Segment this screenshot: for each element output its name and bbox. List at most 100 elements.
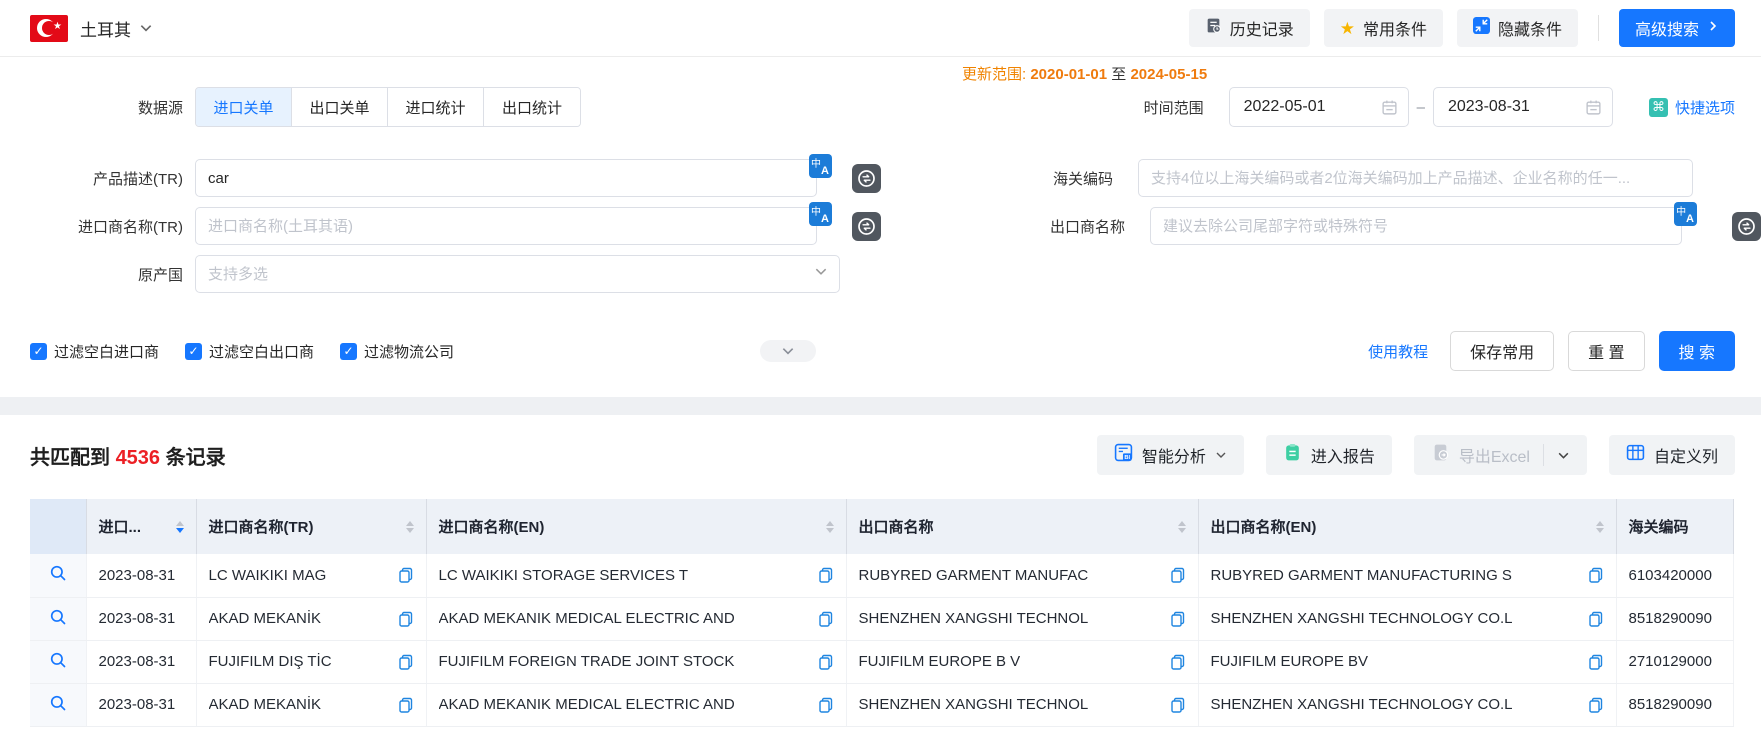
synonym-search-icon[interactable] bbox=[852, 212, 881, 241]
update-range-to: 2024-05-15 bbox=[1130, 66, 1207, 83]
enter-report-button[interactable]: 进入报告 bbox=[1266, 435, 1392, 475]
search-button[interactable]: 搜 索 bbox=[1659, 331, 1735, 371]
copy-icon[interactable] bbox=[398, 697, 414, 713]
advanced-search-button[interactable]: 高级搜索 bbox=[1619, 9, 1735, 47]
cell-exporter-en: SHENZHEN XANGSHI TECHNOLOGY CO.L bbox=[1198, 683, 1616, 726]
tab-export-declarations[interactable]: 出口关单 bbox=[292, 88, 388, 126]
column-header-exporter[interactable]: 出口商名称 bbox=[846, 499, 1198, 554]
copy-icon[interactable] bbox=[1588, 654, 1604, 670]
chevron-down-icon bbox=[814, 265, 828, 284]
row-detail-search-button[interactable] bbox=[30, 640, 86, 683]
table-row: 2023-08-31 AKAD MEKANİK AKAD MEKANIK MED… bbox=[30, 683, 1733, 726]
copy-icon[interactable] bbox=[1588, 697, 1604, 713]
sort-control[interactable] bbox=[1168, 521, 1186, 533]
ai-analysis-button[interactable]: BI 智能分析 bbox=[1097, 435, 1244, 475]
copy-icon[interactable] bbox=[818, 697, 834, 713]
history-label: 历史记录 bbox=[1230, 16, 1294, 40]
country-chevron-down-icon[interactable] bbox=[139, 21, 153, 35]
bi-chart-icon: BI bbox=[1114, 443, 1133, 467]
row-detail-search-button[interactable] bbox=[30, 554, 86, 597]
cell-hs-code: 2710129000 bbox=[1616, 640, 1733, 683]
column-header-import-date[interactable]: 进口... bbox=[86, 499, 196, 554]
translate-icon[interactable]: 中A bbox=[1674, 202, 1697, 226]
copy-icon[interactable] bbox=[1170, 654, 1186, 670]
tab-export-statistics[interactable]: 出口统计 bbox=[484, 88, 580, 126]
update-range-label: 更新范围: bbox=[962, 66, 1026, 83]
copy-icon[interactable] bbox=[1588, 611, 1604, 627]
translate-icon[interactable]: 中A bbox=[809, 154, 832, 178]
export-icon bbox=[1431, 443, 1450, 467]
date-to-input[interactable]: 2023-08-31 bbox=[1433, 87, 1613, 127]
sort-control[interactable] bbox=[396, 521, 414, 533]
date-to-value: 2023-08-31 bbox=[1448, 98, 1530, 116]
cell-importer-tr: AKAD MEKANİK bbox=[196, 683, 426, 726]
synonym-search-icon[interactable] bbox=[852, 164, 881, 193]
cell-exporter-en: FUJIFILM EUROPE BV bbox=[1198, 640, 1616, 683]
hs-code-input[interactable] bbox=[1138, 159, 1693, 197]
cell-hs-code: 8518290090 bbox=[1616, 683, 1733, 726]
copy-icon[interactable] bbox=[1588, 567, 1604, 583]
quick-options-button[interactable]: ⌘ 快捷选项 bbox=[1649, 97, 1735, 118]
origin-country-label: 原产国 bbox=[0, 264, 183, 285]
cell-exporter-en: SHENZHEN XANGSHI TECHNOLOGY CO.L bbox=[1198, 597, 1616, 640]
synonym-search-icon[interactable] bbox=[1732, 212, 1761, 241]
tutorial-link[interactable]: 使用教程 bbox=[1368, 341, 1428, 362]
product-description-label: 产品描述(TR) bbox=[0, 168, 183, 189]
tab-import-declarations[interactable]: 进口关单 bbox=[196, 88, 292, 126]
cell-importer-en: AKAD MEKANIK MEDICAL ELECTRIC AND bbox=[426, 597, 846, 640]
row-detail-search-button[interactable] bbox=[30, 683, 86, 726]
divider bbox=[1543, 444, 1544, 466]
cell-exporter: FUJIFILM EUROPE B V bbox=[846, 640, 1198, 683]
export-excel-split-button[interactable]: 导出Excel bbox=[1414, 435, 1587, 475]
cell-import-date: 2023-08-31 bbox=[86, 683, 196, 726]
sort-control[interactable] bbox=[166, 521, 184, 533]
hide-conditions-button[interactable]: 隐藏条件 bbox=[1457, 9, 1578, 47]
favorites-button[interactable]: ★ 常用条件 bbox=[1324, 9, 1443, 47]
results-table: 进口... 进口商名称(TR) 进口商名称(EN) 出口商名称 出口商名称(EN… bbox=[30, 499, 1734, 727]
filter-blank-exporter-checkbox[interactable]: ✓ 过滤空白出口商 bbox=[185, 341, 314, 362]
cell-import-date: 2023-08-31 bbox=[86, 554, 196, 597]
filter-logistics-checkbox[interactable]: ✓ 过滤物流公司 bbox=[340, 341, 454, 362]
checkbox-checked-icon: ✓ bbox=[340, 343, 357, 360]
copy-icon[interactable] bbox=[818, 654, 834, 670]
history-icon bbox=[1205, 17, 1222, 39]
quick-options-label: 快捷选项 bbox=[1675, 97, 1735, 118]
filter-blank-importer-checkbox[interactable]: ✓ 过滤空白进口商 bbox=[30, 341, 159, 362]
reset-button[interactable]: 重 置 bbox=[1568, 331, 1644, 371]
translate-icon[interactable]: 中A bbox=[809, 202, 832, 226]
copy-icon[interactable] bbox=[1170, 567, 1186, 583]
search-form: 更新范围: 2020-01-01 至 2024-05-15 数据源 进口关单 出… bbox=[0, 57, 1761, 397]
custom-columns-button[interactable]: 自定义列 bbox=[1609, 435, 1735, 475]
copy-icon[interactable] bbox=[818, 567, 834, 583]
column-header-importer-tr[interactable]: 进口商名称(TR) bbox=[196, 499, 426, 554]
copy-icon[interactable] bbox=[398, 654, 414, 670]
history-button[interactable]: 历史记录 bbox=[1189, 9, 1310, 47]
columns-icon bbox=[1626, 443, 1645, 467]
date-from-input[interactable]: 2022-05-01 bbox=[1229, 87, 1409, 127]
importer-name-input[interactable] bbox=[195, 207, 817, 245]
row-select-column-header bbox=[30, 499, 86, 554]
cell-exporter: SHENZHEN XANGSHI TECHNOL bbox=[846, 683, 1198, 726]
collapse-form-button[interactable] bbox=[760, 340, 816, 362]
copy-icon[interactable] bbox=[1170, 697, 1186, 713]
copy-icon[interactable] bbox=[1170, 611, 1186, 627]
copy-icon[interactable] bbox=[398, 567, 414, 583]
match-suffix: 条记录 bbox=[166, 447, 226, 469]
sort-control[interactable] bbox=[1586, 521, 1604, 533]
advanced-search-label: 高级搜索 bbox=[1635, 16, 1699, 40]
exporter-name-input[interactable] bbox=[1150, 207, 1682, 245]
product-description-input[interactable] bbox=[195, 159, 817, 197]
row-detail-search-button[interactable] bbox=[30, 597, 86, 640]
copy-icon[interactable] bbox=[398, 611, 414, 627]
sort-control[interactable] bbox=[816, 521, 834, 533]
column-header-exporter-en[interactable]: 出口商名称(EN) bbox=[1198, 499, 1616, 554]
column-header-importer-en[interactable]: 进口商名称(EN) bbox=[426, 499, 846, 554]
save-favorite-button[interactable]: 保存常用 bbox=[1450, 331, 1554, 371]
tab-import-statistics[interactable]: 进口统计 bbox=[388, 88, 484, 126]
cell-importer-tr: LC WAIKIKI MAG bbox=[196, 554, 426, 597]
update-range-from: 2020-01-01 bbox=[1030, 66, 1107, 83]
cell-importer-tr: AKAD MEKANİK bbox=[196, 597, 426, 640]
calendar-icon bbox=[1381, 99, 1398, 116]
copy-icon[interactable] bbox=[818, 611, 834, 627]
origin-country-select[interactable] bbox=[195, 255, 840, 293]
